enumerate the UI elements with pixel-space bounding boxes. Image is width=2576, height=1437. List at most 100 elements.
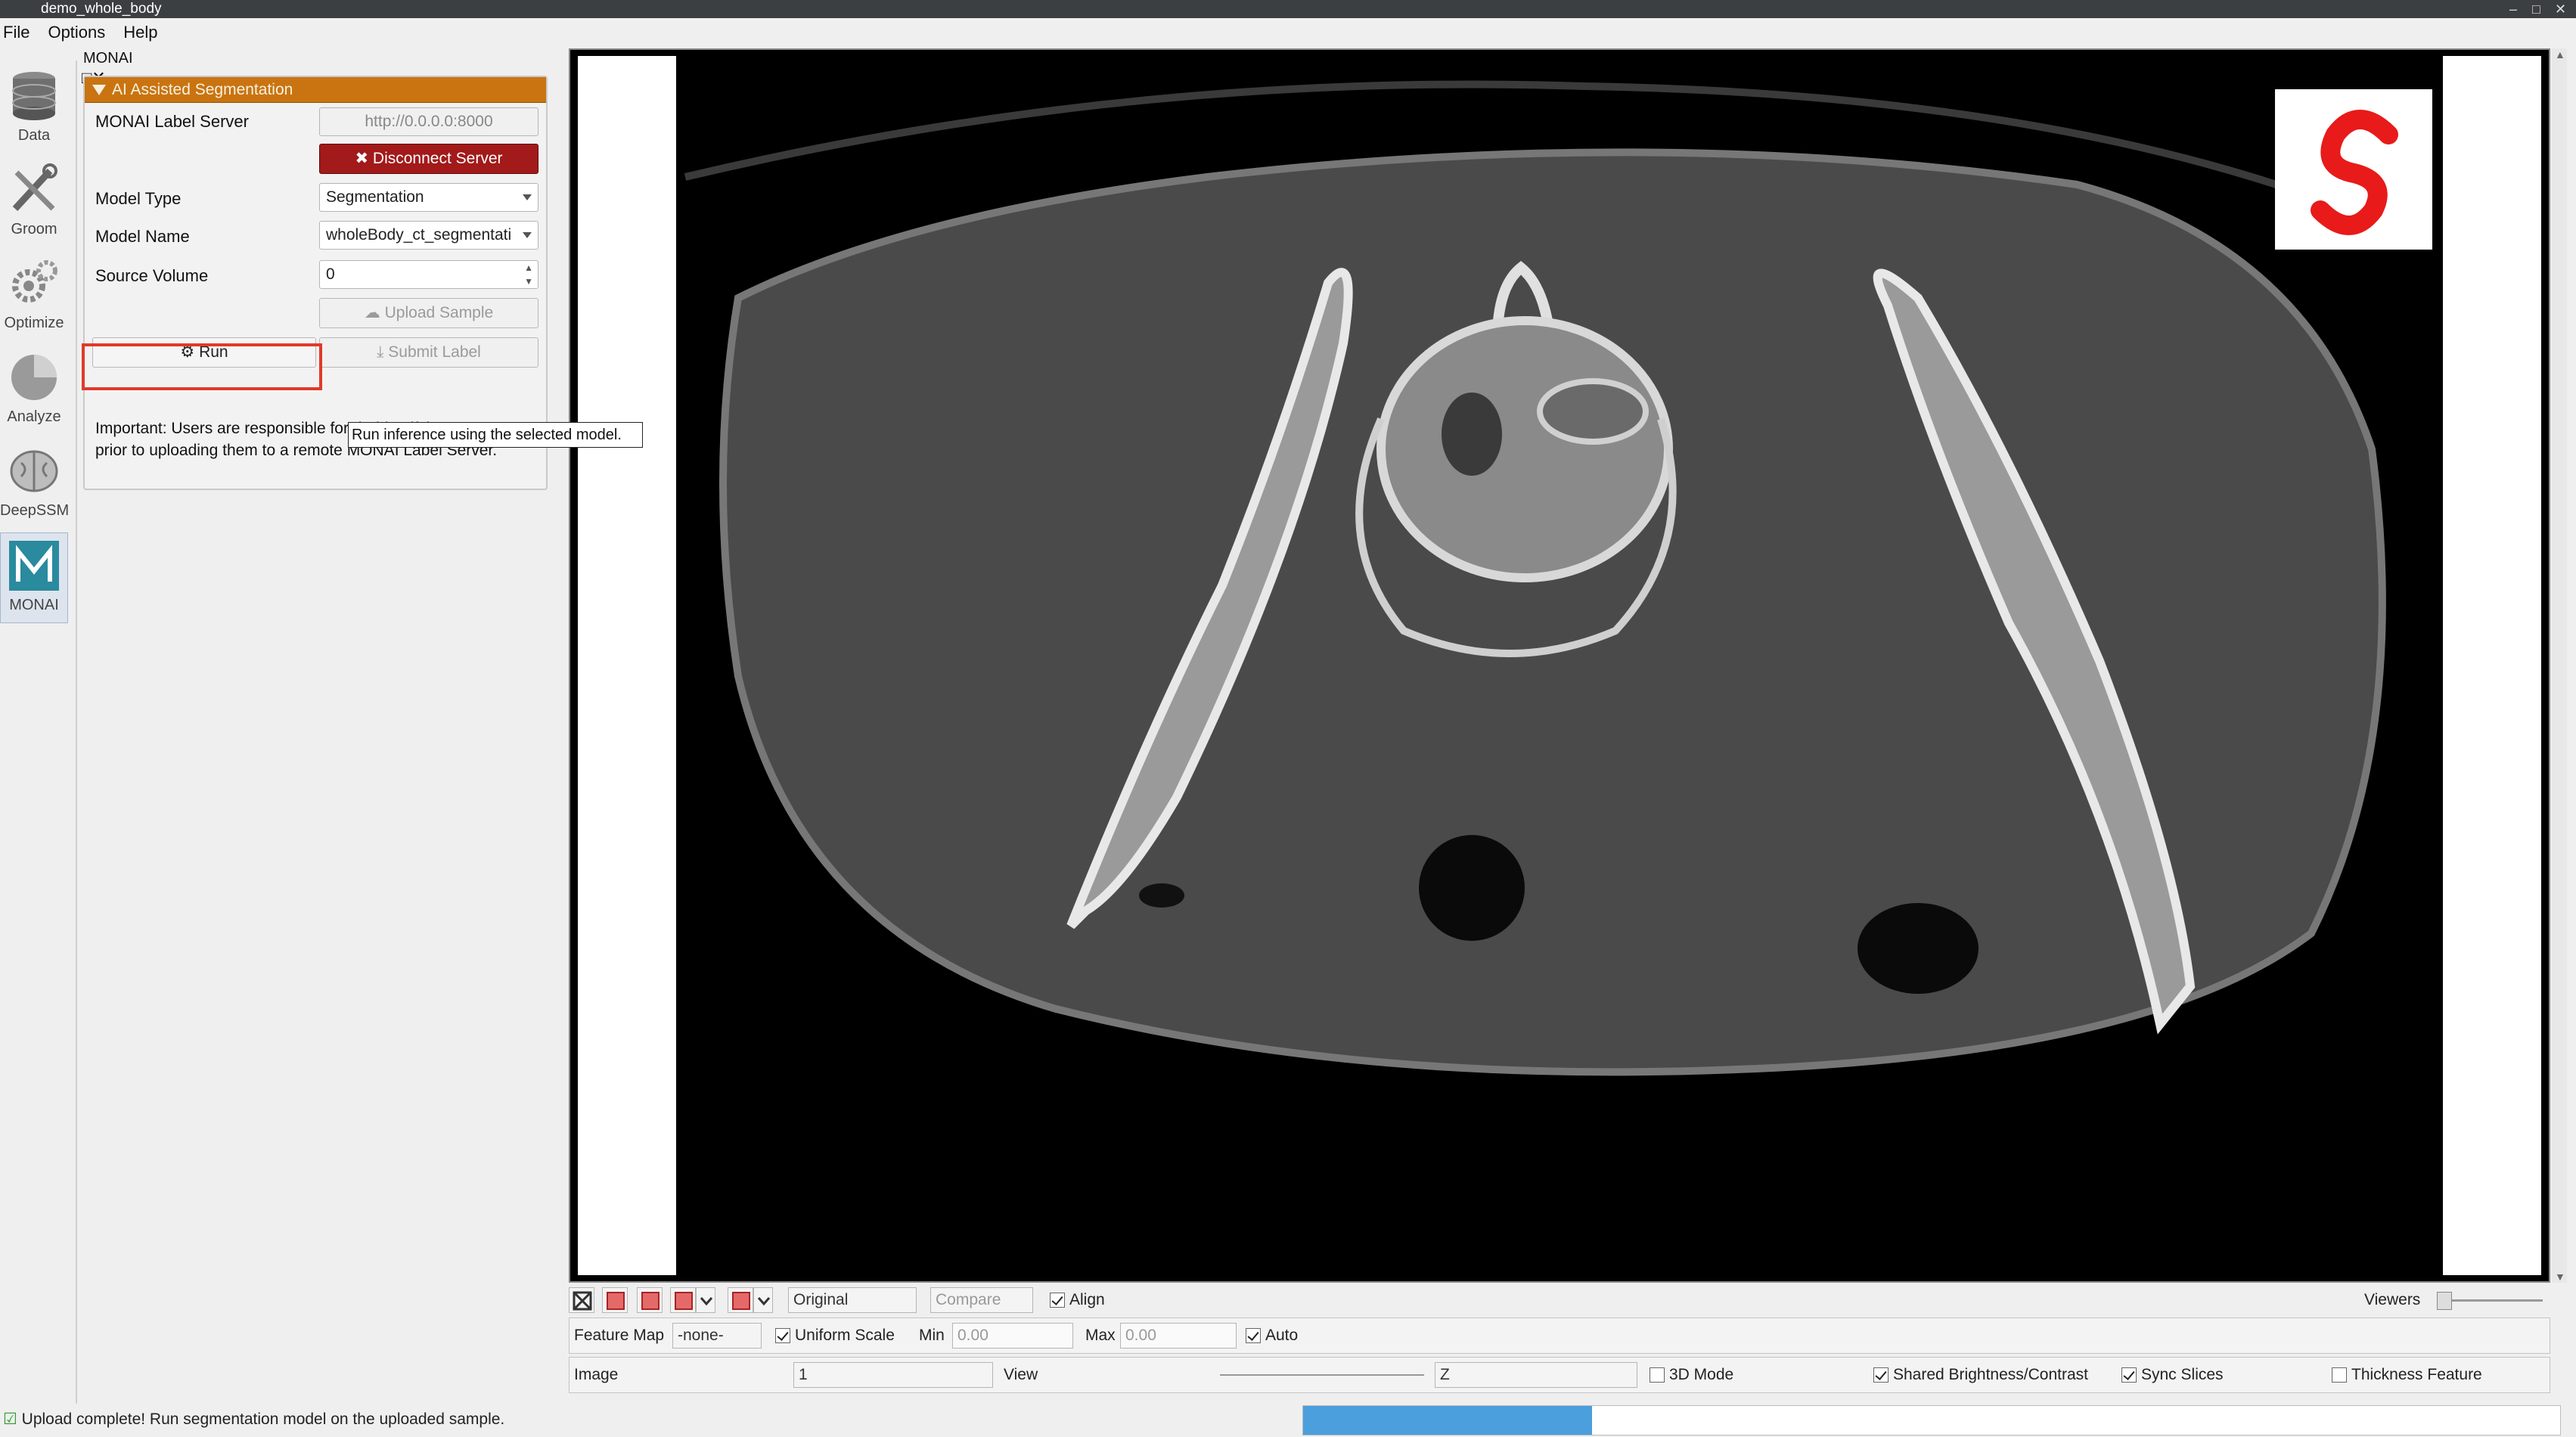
- viewers-slider[interactable]: [2437, 1292, 2543, 1310]
- tool-deepssm-label: DeepSSM: [0, 502, 70, 519]
- view-divider: [1220, 1374, 1424, 1376]
- tool-monai[interactable]: MONAI: [0, 532, 68, 623]
- image-dropdown[interactable]: 1: [793, 1362, 993, 1388]
- check-icon: ☑: [3, 1411, 17, 1428]
- sync-label: Sync Slices: [2141, 1366, 2224, 1383]
- chevron-down-icon: [523, 194, 532, 200]
- model-name-value: wholeBody_ct_segmentati: [326, 226, 512, 244]
- tool-groom[interactable]: Groom: [0, 157, 68, 248]
- fit-view-icon[interactable]: [569, 1287, 594, 1313]
- shared-brightness-checkbox[interactable]: Shared Brightness/Contrast: [1873, 1362, 2088, 1388]
- section-header[interactable]: AI Assisted Segmentation: [85, 77, 546, 103]
- database-icon: [12, 72, 56, 120]
- minimize-icon[interactable]: –: [2509, 0, 2517, 18]
- chevron-down-icon[interactable]: [753, 1287, 773, 1313]
- pie-chart-icon: [11, 355, 57, 400]
- scroll-up-icon[interactable]: ▲: [2555, 48, 2565, 61]
- model-name-label: Model Name: [95, 227, 190, 246]
- 3d-mode-checkbox[interactable]: 3D Mode: [1650, 1362, 1733, 1388]
- feature-map-dropdown[interactable]: -none-: [672, 1323, 762, 1349]
- menu-file[interactable]: File: [0, 20, 45, 45]
- status-text: Upload complete! Run segmentation model …: [21, 1411, 505, 1428]
- align-check-icon: [1050, 1293, 1065, 1308]
- axis-value: Z: [1440, 1366, 1450, 1383]
- server-label: MONAI Label Server: [95, 112, 249, 131]
- tool-deepssm[interactable]: DeepSSM: [0, 439, 70, 529]
- shared-label: Shared Brightness/Contrast: [1893, 1366, 2088, 1383]
- view-icon-5[interactable]: [728, 1287, 753, 1313]
- menu-options[interactable]: Options: [45, 20, 120, 45]
- auto-checkbox[interactable]: Auto: [1246, 1323, 1298, 1349]
- thickness-checkbox[interactable]: Thickness Feature: [2332, 1362, 2482, 1388]
- view-icon-3[interactable]: [637, 1287, 663, 1313]
- ct-scan-slice: [678, 56, 2441, 1275]
- feature-map-row: Feature Map -none- Uniform Scale Min 0.0…: [569, 1318, 2550, 1354]
- viewer-right-margin: [2443, 56, 2541, 1275]
- slider-handle[interactable]: [2437, 1292, 2452, 1310]
- tool-optimize[interactable]: Optimize: [0, 251, 68, 342]
- uniform-label: Uniform Scale: [795, 1327, 895, 1344]
- 3d-mode-label: 3D Mode: [1669, 1366, 1734, 1383]
- server-url-field[interactable]: http://0.0.0.0:8000: [319, 107, 538, 136]
- disconnect-label: Disconnect Server: [372, 150, 503, 167]
- image-viewer[interactable]: [569, 48, 2550, 1283]
- view-icon-4[interactable]: [670, 1287, 696, 1313]
- display-mode-value: Original: [793, 1291, 849, 1308]
- chevron-down-icon: [523, 232, 532, 238]
- upload-sample-button[interactable]: ☁ Upload Sample: [319, 298, 538, 328]
- collapse-triangle-icon: [92, 85, 106, 95]
- viewers-label: Viewers: [2364, 1291, 2421, 1308]
- max-input[interactable]: 0.00: [1120, 1323, 1237, 1349]
- 3d-check-icon: [1650, 1367, 1665, 1383]
- view-label: View: [1004, 1366, 1038, 1383]
- monai-logo-icon: [9, 541, 59, 591]
- tool-monai-label: MONAI: [9, 597, 59, 613]
- sync-slices-checkbox[interactable]: Sync Slices: [2121, 1362, 2224, 1388]
- align-checkbox[interactable]: Align: [1050, 1287, 1105, 1313]
- max-label: Max: [1085, 1327, 1116, 1344]
- title-bar: demo_whole_body – □ ✕: [0, 0, 2576, 18]
- monai-panel: MONAI □✕ AI Assisted Segmentation MONAI …: [82, 48, 643, 1395]
- window-title: demo_whole_body: [41, 1, 162, 17]
- close-icon[interactable]: ✕: [2555, 0, 2566, 18]
- tool-data-label: Data: [17, 127, 51, 144]
- module-sidebar: Data Groom Optimize Analyze DeepSSM MONA…: [0, 61, 77, 1407]
- tools-icon: [12, 163, 57, 212]
- menu-help[interactable]: Help: [120, 20, 172, 45]
- run-tooltip: Run inference using the selected model.: [348, 422, 643, 448]
- align-label: Align: [1069, 1291, 1105, 1308]
- sync-check-icon: [2121, 1367, 2137, 1383]
- tool-data[interactable]: Data: [0, 64, 68, 154]
- spin-arrows-icon[interactable]: ▲ ▼: [524, 261, 533, 288]
- image-row: Image 1 View Z 3D Mode Shared Brightness…: [569, 1357, 2550, 1393]
- disconnect-server-button[interactable]: ✖ Disconnect Server: [319, 144, 538, 174]
- axis-dropdown[interactable]: Z: [1435, 1362, 1637, 1388]
- view-icon-2[interactable]: [602, 1287, 628, 1313]
- feature-map-value: -none-: [678, 1327, 724, 1344]
- run-button-highlight: [82, 343, 322, 390]
- tool-groom-label: Groom: [11, 221, 57, 237]
- model-name-dropdown[interactable]: wholeBody_ct_segmentati: [319, 221, 538, 250]
- min-input[interactable]: 0.00: [952, 1323, 1073, 1349]
- chevron-down-icon[interactable]: [696, 1287, 715, 1313]
- section-title: AI Assisted Segmentation: [112, 81, 293, 98]
- submit-label-button[interactable]: ⤓ Submit Label: [319, 337, 538, 368]
- display-mode-dropdown[interactable]: Original: [788, 1287, 917, 1313]
- model-type-dropdown[interactable]: Segmentation: [319, 183, 538, 212]
- tool-analyze[interactable]: Analyze: [0, 345, 68, 436]
- progress-bar: [1302, 1405, 2561, 1435]
- source-volume-spinbox[interactable]: 0 ▲ ▼: [319, 260, 538, 289]
- viewer-toolbar: Original Compare Align Viewers: [569, 1284, 2550, 1314]
- shapeworks-logo-icon: [2311, 110, 2398, 235]
- brain-icon: [10, 450, 58, 492]
- image-label: Image: [574, 1366, 619, 1383]
- viewer-scrollbar[interactable]: ▲ ▼: [2552, 48, 2567, 1283]
- compare-dropdown[interactable]: Compare: [930, 1287, 1033, 1313]
- scroll-down-icon[interactable]: ▼: [2555, 1271, 2565, 1283]
- model-type-value: Segmentation: [326, 188, 424, 206]
- progress-fill: [1303, 1406, 1593, 1435]
- status-message: ☑ Upload complete! Run segmentation mode…: [3, 1407, 504, 1432]
- uniform-scale-checkbox[interactable]: Uniform Scale: [775, 1323, 895, 1349]
- maximize-icon[interactable]: □: [2532, 0, 2540, 18]
- tool-analyze-label: Analyze: [7, 408, 61, 425]
